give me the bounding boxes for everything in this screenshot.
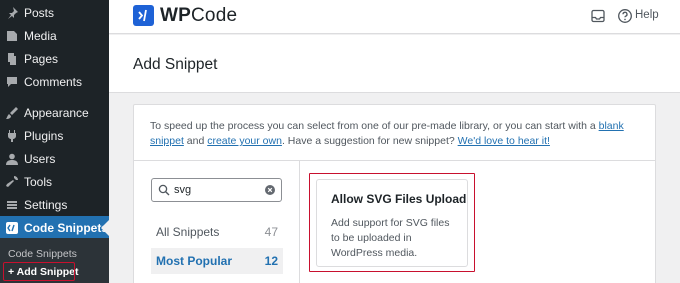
snippet-card-allow-svg[interactable]: Allow SVG Files Upload Add support for S… bbox=[316, 179, 468, 267]
sidebar-item-comments[interactable]: Comments bbox=[0, 70, 109, 93]
sidebar-item-posts[interactable]: Posts bbox=[0, 1, 109, 24]
page-title-bar: Add Snippet bbox=[109, 35, 680, 93]
plugin-header: WPCode Help bbox=[109, 0, 680, 34]
sidebar-item-pages[interactable]: Pages bbox=[0, 47, 109, 70]
comments-icon bbox=[6, 76, 18, 88]
active-menu-arrow bbox=[101, 220, 109, 236]
help-icon[interactable] bbox=[617, 8, 633, 24]
submenu-item-code-snippets[interactable]: Code Snippets bbox=[8, 248, 77, 260]
inbox-icon[interactable] bbox=[590, 8, 606, 24]
sidebar-item-appearance[interactable]: Appearance bbox=[0, 101, 109, 124]
sidebar-item-users[interactable]: Users bbox=[0, 147, 109, 170]
wrench-icon bbox=[6, 175, 18, 188]
clear-search-icon[interactable] bbox=[265, 185, 275, 195]
category-count: 12 bbox=[264, 254, 278, 268]
pages-icon bbox=[6, 52, 18, 65]
search-icon bbox=[158, 184, 170, 196]
sidebar-item-code-snippets[interactable]: Code Snippets bbox=[0, 216, 109, 239]
snippet-search[interactable] bbox=[151, 178, 282, 202]
intro-text: To speed up the process you can select f… bbox=[150, 120, 624, 147]
category-label: Most Popular bbox=[156, 254, 233, 268]
page-title: Add Snippet bbox=[133, 56, 218, 73]
wpcode-logo: WPCode bbox=[160, 5, 238, 26]
brush-icon bbox=[6, 106, 18, 119]
search-input[interactable] bbox=[174, 182, 254, 198]
snippet-description: Add support for SVG files to be uploaded… bbox=[331, 217, 450, 259]
create-your-own-link[interactable]: create your own bbox=[207, 135, 282, 147]
suggest-snippet-link[interactable]: We'd love to hear it! bbox=[458, 135, 550, 147]
category-most-popular[interactable]: Most Popular 12 bbox=[151, 248, 283, 274]
category-label: All Snippets bbox=[156, 225, 220, 239]
divider bbox=[299, 161, 300, 283]
sidebar-item-tools[interactable]: Tools bbox=[0, 170, 109, 193]
help-link[interactable]: Help bbox=[635, 9, 659, 21]
category-all-snippets[interactable]: All Snippets 47 bbox=[151, 219, 283, 245]
media-icon bbox=[6, 30, 18, 42]
code-icon bbox=[6, 221, 18, 234]
category-count: 47 bbox=[264, 225, 278, 239]
admin-sidebar: Posts Media Pages Comments Appearance Pl… bbox=[0, 0, 109, 283]
divider bbox=[134, 160, 655, 161]
wpcode-logo-icon bbox=[133, 5, 154, 26]
sidebar-item-media[interactable]: Media bbox=[0, 24, 109, 47]
sidebar-item-plugins[interactable]: Plugins bbox=[0, 124, 109, 147]
plugin-icon bbox=[6, 129, 18, 142]
settings-icon bbox=[6, 199, 18, 211]
sidebar-item-settings[interactable]: Settings bbox=[0, 193, 109, 216]
pin-icon bbox=[6, 6, 18, 19]
add-snippet-highlight bbox=[3, 262, 75, 281]
snippet-library-panel: To speed up the process you can select f… bbox=[133, 104, 656, 283]
snippet-title: Allow SVG Files Upload bbox=[331, 192, 467, 206]
users-icon bbox=[6, 153, 18, 165]
